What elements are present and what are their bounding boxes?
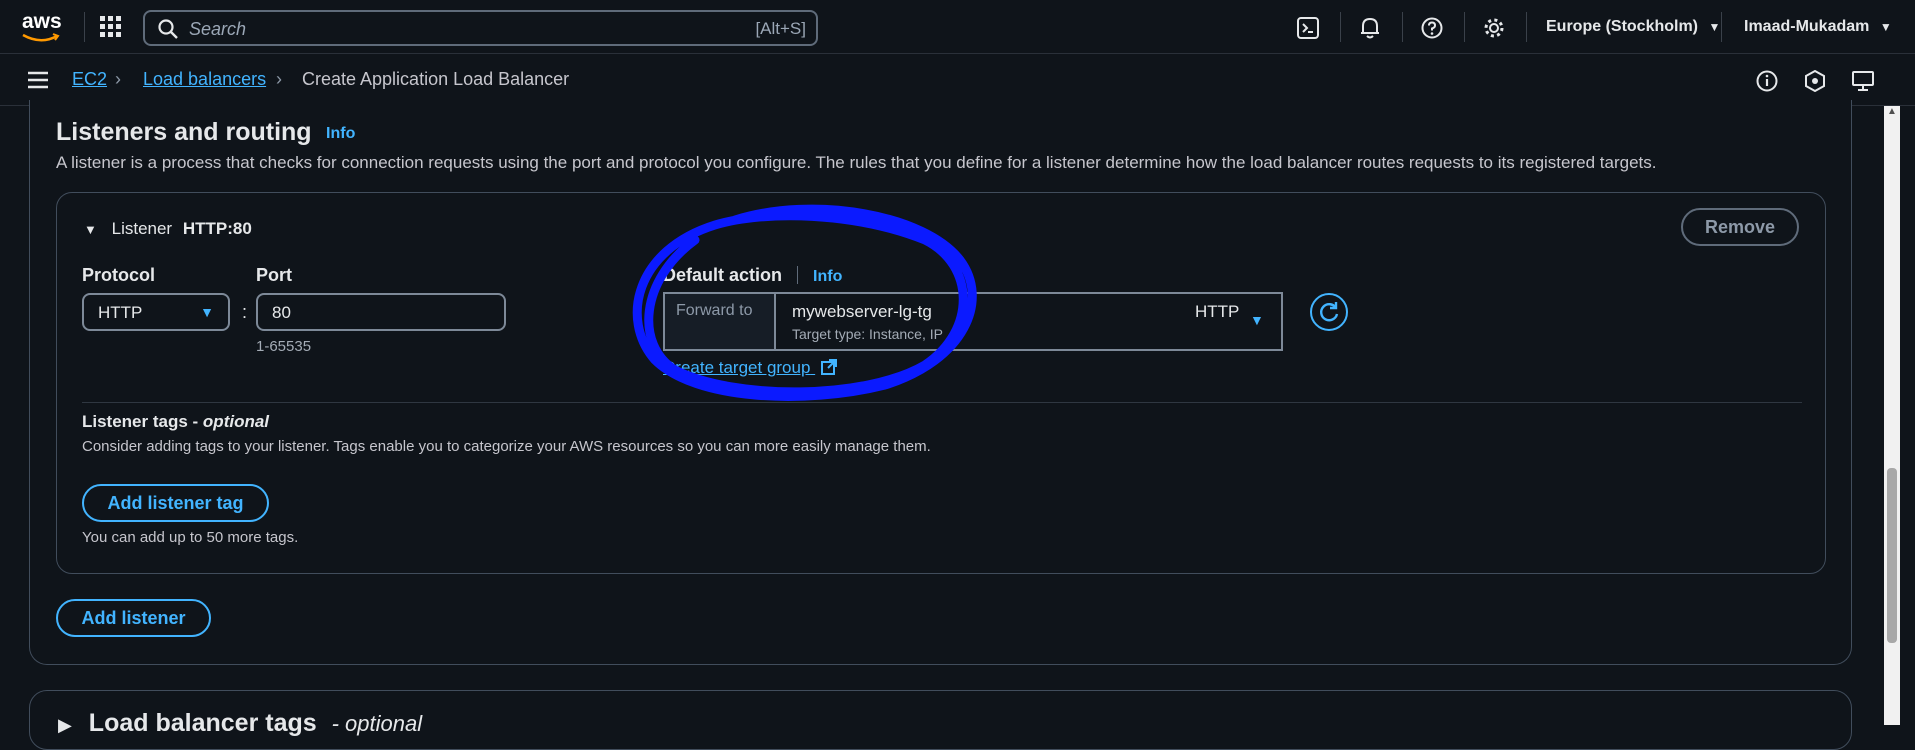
port-label: Port xyxy=(256,265,292,285)
chevron-right-icon: › xyxy=(115,69,121,89)
search-placeholder: Search xyxy=(189,19,247,39)
section-description: A listener is a process that checks for … xyxy=(56,153,1657,172)
divider xyxy=(82,402,1802,403)
section-title: Listeners and routing xyxy=(56,118,312,146)
user-menu[interactable]: Imaad-Mukadam ▼ xyxy=(1744,18,1892,40)
listener-tags-description: Consider adding tags to your listener. T… xyxy=(82,438,931,455)
gear-icon[interactable] xyxy=(1483,17,1505,39)
hamburger-menu-icon[interactable] xyxy=(28,71,48,89)
notifications-hexagon-icon[interactable] xyxy=(1804,69,1826,93)
divider xyxy=(1340,12,1341,42)
add-listener-button[interactable]: Add listener xyxy=(56,599,211,637)
info-link[interactable]: Info xyxy=(326,125,355,142)
search-input[interactable]: Search [Alt+S] xyxy=(143,10,818,46)
aws-smile-icon xyxy=(22,33,60,42)
expand-triangle-icon: ▶ xyxy=(58,715,72,735)
target-group-protocol: HTTP xyxy=(1195,302,1240,321)
aws-logo[interactable]: aws xyxy=(20,6,64,46)
region-selector[interactable]: Europe (Stockholm) ▼ xyxy=(1546,18,1720,40)
grid-icon[interactable] xyxy=(100,16,122,38)
tags-limit-hint: You can add up to 50 more tags. xyxy=(82,529,299,546)
protocol-label: Protocol xyxy=(82,265,156,285)
refresh-icon[interactable] xyxy=(1309,292,1349,332)
listeners-heading: Listeners and routing Info xyxy=(56,118,355,147)
screen-presentation-icon[interactable] xyxy=(1852,70,1874,92)
divider xyxy=(1402,12,1403,42)
chevron-right-icon: › xyxy=(276,69,282,89)
protocol-select[interactable]: HTTP ▼ xyxy=(82,293,230,331)
breadcrumb-ec2[interactable]: EC2 xyxy=(72,69,107,90)
search-icon xyxy=(158,19,178,39)
divider xyxy=(84,12,85,42)
caret-down-icon: ▼ xyxy=(200,304,214,320)
listener-header[interactable]: ▼ Listener HTTP:80 xyxy=(84,219,252,239)
divider xyxy=(1721,12,1722,42)
port-hint: 1-65535 xyxy=(256,338,312,355)
help-icon[interactable] xyxy=(1421,17,1443,39)
hand-drawn-circle-annotation xyxy=(632,204,977,401)
breadcrumb-load-balancers[interactable]: Load balancers xyxy=(143,69,266,90)
cloudshell-icon[interactable] xyxy=(1297,17,1319,39)
caret-down-icon: ▼ xyxy=(1708,20,1721,34)
divider xyxy=(1526,12,1527,42)
listener-tags-title: Listener tags - optional xyxy=(82,412,270,431)
breadcrumb-current: Create Application Load Balancer xyxy=(302,69,570,89)
caret-down-icon: ▼ xyxy=(1250,312,1264,328)
scroll-up-arrow-icon[interactable]: ▲ xyxy=(1887,106,1897,117)
breadcrumb-bar: EC2 › Load balancers › Create Applicatio… xyxy=(0,54,1915,106)
caret-down-icon: ▼ xyxy=(1879,20,1892,34)
add-listener-tag-button[interactable]: Add listener tag xyxy=(82,484,269,522)
scrollbar-thumb[interactable] xyxy=(1887,468,1897,643)
load-balancer-tags-header[interactable]: ▶ Load balancer tags - optional xyxy=(58,709,422,738)
port-input[interactable]: 80 xyxy=(256,293,506,331)
collapse-triangle-icon: ▼ xyxy=(84,222,97,237)
remove-button[interactable]: Remove xyxy=(1681,208,1799,246)
divider xyxy=(1464,12,1465,42)
top-navigation: aws Search [Alt+S] Europe (Stockholm) ▼ … xyxy=(0,0,1915,54)
search-shortcut: [Alt+S] xyxy=(755,19,806,38)
listener-name: HTTP:80 xyxy=(182,219,252,238)
info-circle-icon[interactable] xyxy=(1756,70,1778,92)
vertical-scrollbar[interactable]: ▲ xyxy=(1884,106,1900,725)
bell-icon[interactable] xyxy=(1359,16,1381,40)
colon-separator: : xyxy=(242,302,248,322)
